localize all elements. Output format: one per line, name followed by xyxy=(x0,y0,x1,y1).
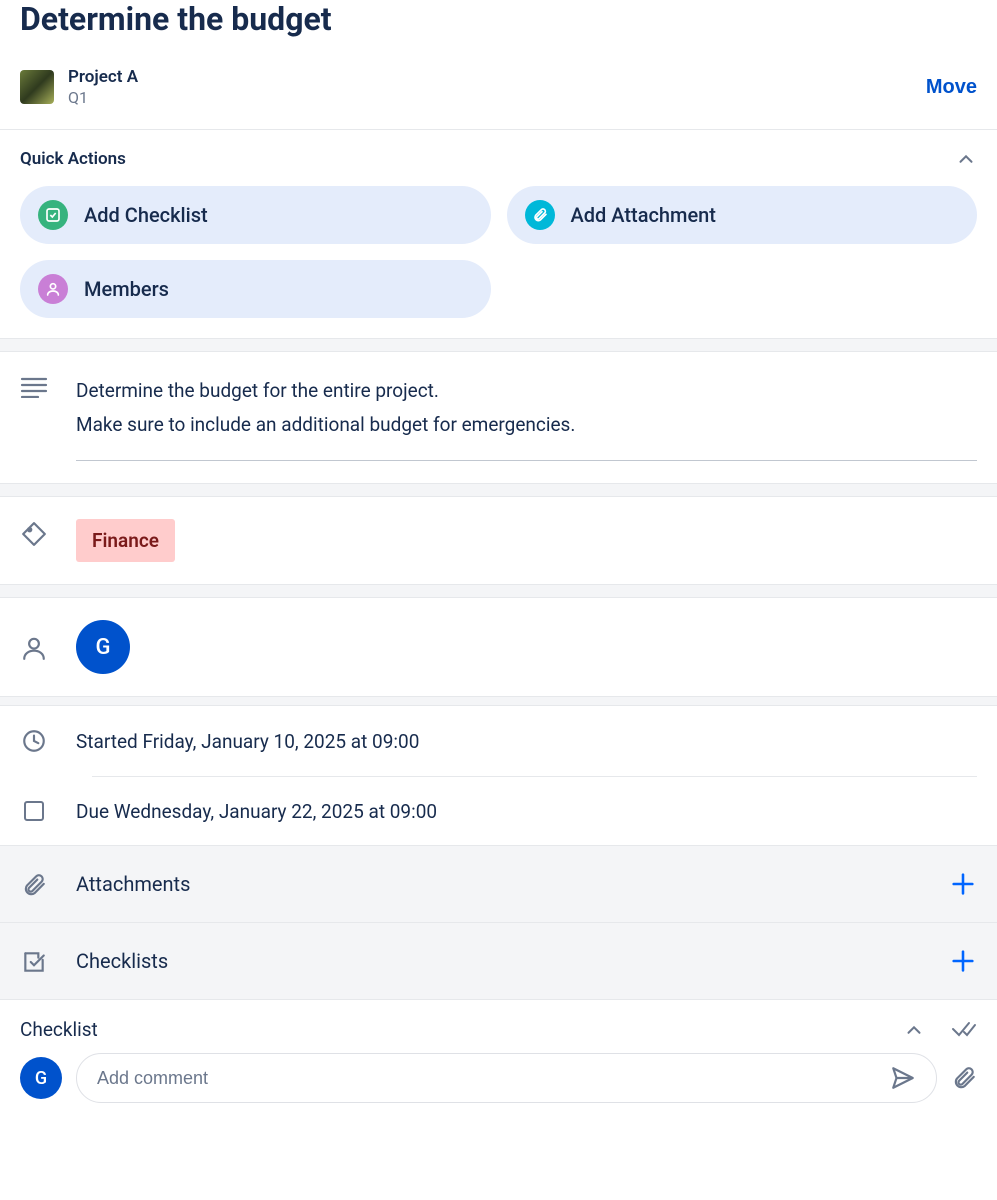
due-date-row[interactable]: Due Wednesday, January 22, 2025 at 09:00 xyxy=(20,777,977,845)
tag-finance[interactable]: Finance xyxy=(76,519,175,562)
qa-label: Add Attachment xyxy=(571,203,716,227)
add-checklist-button[interactable]: Add Checklist xyxy=(20,186,491,244)
members-section[interactable]: G xyxy=(0,598,997,696)
hide-completed-icon[interactable] xyxy=(951,1019,977,1041)
add-checklist-plus[interactable] xyxy=(949,947,977,975)
checklists-title: Checklists xyxy=(76,949,921,973)
start-date-text: Started Friday, January 10, 2025 at 09:0… xyxy=(76,730,419,753)
comment-avatar: G xyxy=(20,1057,62,1099)
add-attachment-button[interactable]: Add Attachment xyxy=(507,186,978,244)
clock-icon xyxy=(20,728,48,754)
project-thumbnail xyxy=(20,70,54,104)
quick-actions-title: Quick Actions xyxy=(20,149,126,169)
comment-input[interactable] xyxy=(97,1068,886,1089)
attachment-icon xyxy=(525,200,555,230)
project-sub: Q1 xyxy=(68,88,138,109)
person-icon xyxy=(20,633,48,661)
card-title: Determine the budget xyxy=(20,0,977,38)
start-date-row[interactable]: Started Friday, January 10, 2025 at 09:0… xyxy=(20,706,977,776)
attachments-title: Attachments xyxy=(76,872,921,896)
move-button[interactable]: Move xyxy=(926,76,977,99)
person-icon xyxy=(38,274,68,304)
chevron-up-icon[interactable] xyxy=(955,148,977,170)
checklist-name[interactable]: Checklist xyxy=(20,1018,883,1041)
chevron-up-icon[interactable] xyxy=(903,1019,925,1041)
checklist-icon xyxy=(38,200,68,230)
add-attachment-plus[interactable] xyxy=(949,870,977,898)
members-button[interactable]: Members xyxy=(20,260,491,318)
qa-label: Add Checklist xyxy=(84,203,208,227)
checklists-header: Checklists xyxy=(0,923,997,1000)
attachment-icon xyxy=(20,870,48,898)
qa-label: Members xyxy=(84,277,169,301)
description-line: Determine the budget for the entire proj… xyxy=(76,374,977,408)
attach-icon[interactable] xyxy=(951,1065,977,1091)
checklist-item-header: Checklist xyxy=(0,1000,997,1041)
description-line: Make sure to include an additional budge… xyxy=(76,408,977,442)
comment-input-wrap[interactable] xyxy=(76,1053,937,1103)
description-section[interactable]: Determine the budget for the entire proj… xyxy=(0,352,997,483)
member-avatar[interactable]: G xyxy=(76,620,130,674)
tag-icon xyxy=(20,519,48,547)
attachments-header: Attachments xyxy=(0,845,997,923)
project-name: Project A xyxy=(68,66,138,88)
labels-section[interactable]: Finance xyxy=(0,497,997,584)
due-date-text: Due Wednesday, January 22, 2025 at 09:00 xyxy=(76,800,437,823)
checklist-icon xyxy=(20,947,48,975)
checkbox-icon xyxy=(20,799,48,823)
description-icon xyxy=(20,374,48,398)
send-icon[interactable] xyxy=(886,1065,920,1091)
project-info[interactable]: Project A Q1 xyxy=(20,66,138,109)
